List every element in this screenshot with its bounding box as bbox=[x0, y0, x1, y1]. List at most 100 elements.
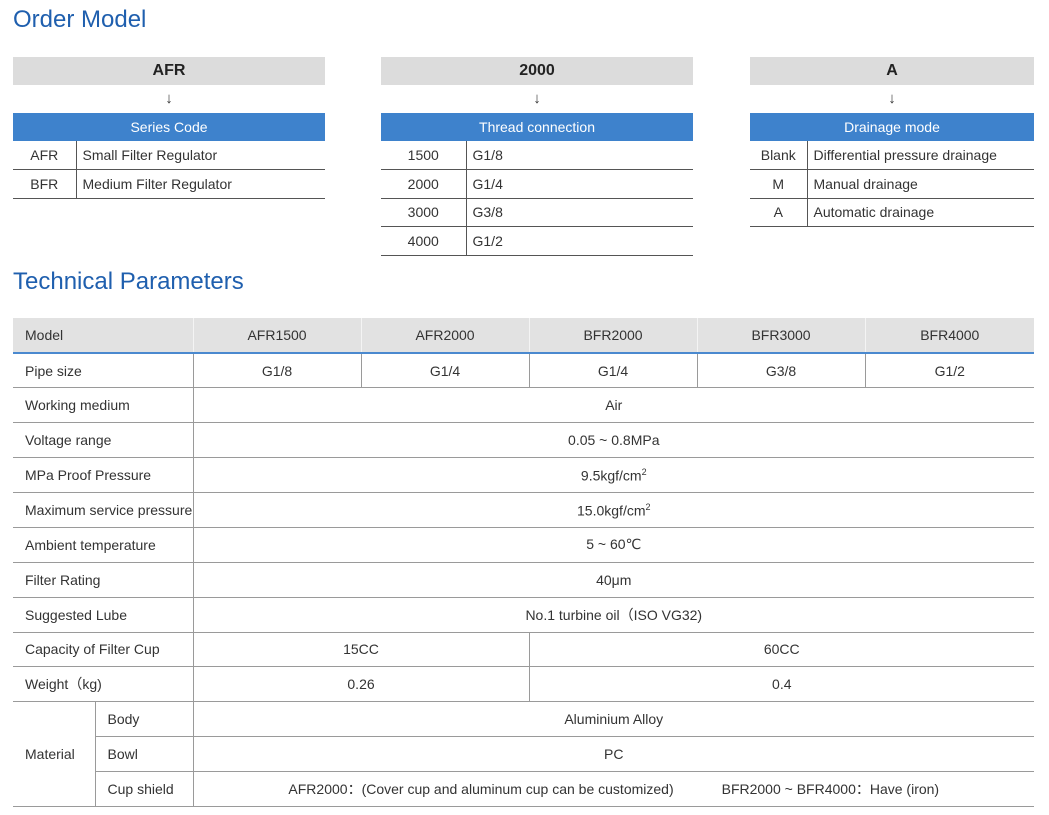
table-row: AFR Small Filter Regulator bbox=[13, 141, 325, 170]
option-code: M bbox=[750, 169, 808, 199]
drainage-mode-table: Blank Differential pressure drainage M M… bbox=[750, 141, 1034, 227]
option-code: 4000 bbox=[381, 226, 467, 256]
cup-shield-afr: AFR2000：(Cover cup and aluminum cup can … bbox=[288, 781, 674, 798]
thread-connection-block: 2000 ↓ Thread connection 1500 G1/8 2000 … bbox=[381, 57, 693, 256]
option-description: Medium Filter Regulator bbox=[76, 169, 325, 199]
row-label: Body bbox=[95, 701, 194, 738]
table-row: Blank Differential pressure drainage bbox=[750, 141, 1034, 170]
model-column-header: BFR3000 bbox=[697, 318, 866, 354]
table-row: Voltage range 0.05 ~ 0.8MPa bbox=[13, 422, 1035, 459]
row-label: Maximum service pressure bbox=[13, 492, 194, 528]
model-column-header: BFR4000 bbox=[865, 318, 1035, 354]
table-row: Working medium Air bbox=[13, 387, 1035, 424]
pipe-size-value: G1/4 bbox=[361, 352, 530, 389]
model-column-header: AFR1500 bbox=[193, 318, 362, 354]
technical-parameters-table: Model AFR1500 AFR2000 BFR2000 BFR3000 BF… bbox=[13, 318, 1035, 807]
table-row: 1500 G1/8 bbox=[381, 141, 693, 170]
pipe-size-value: G1/2 bbox=[865, 352, 1035, 389]
drainage-code-value: A bbox=[750, 57, 1034, 85]
table-row: Suggested Lube No.1 turbine oil（ISO VG32… bbox=[13, 597, 1035, 633]
table-row: Capacity of Filter Cup 15CC 60CC bbox=[13, 632, 1035, 668]
table-row: MPa Proof Pressure 9.5kgf/cm2 bbox=[13, 457, 1035, 493]
down-arrow-icon: ↓ bbox=[165, 90, 173, 107]
thread-connection-table: 1500 G1/8 2000 G1/4 3000 G3/8 4000 G1/2 bbox=[381, 141, 693, 256]
material-label: Material bbox=[13, 701, 96, 807]
max-service-value: 15.0kgf/cm bbox=[577, 502, 646, 519]
row-label: Voltage range bbox=[13, 422, 194, 459]
pipe-size-value: G3/8 bbox=[697, 352, 866, 389]
option-description: G3/8 bbox=[466, 198, 693, 227]
row-label: Suggested Lube bbox=[13, 597, 194, 633]
row-label: Bowl bbox=[95, 736, 194, 773]
series-code-value: AFR bbox=[13, 57, 325, 85]
voltage-range-value: 0.05 ~ 0.8MPa bbox=[193, 422, 1035, 459]
option-code: 2000 bbox=[381, 169, 467, 199]
series-code-table: AFR Small Filter Regulator BFR Medium Fi… bbox=[13, 141, 325, 199]
technical-parameters-title: Technical Parameters bbox=[13, 268, 244, 295]
table-row: Bowl PC bbox=[13, 736, 1035, 773]
row-label: Weight（kg) bbox=[13, 666, 194, 703]
thread-code-value: 2000 bbox=[381, 57, 693, 85]
filter-rating-value: 40μm bbox=[193, 562, 1035, 598]
row-label: MPa Proof Pressure bbox=[13, 457, 194, 493]
bowl-material-value: PC bbox=[193, 736, 1035, 773]
down-arrow-icon: ↓ bbox=[888, 90, 896, 107]
series-code-heading: Series Code bbox=[13, 113, 325, 141]
table-row: Filter Rating 40μm bbox=[13, 562, 1035, 598]
option-code: A bbox=[750, 198, 808, 227]
row-label: Ambient temperature bbox=[13, 527, 194, 563]
model-column-header: AFR2000 bbox=[361, 318, 530, 354]
down-arrow-icon: ↓ bbox=[533, 90, 541, 107]
thread-connection-heading: Thread connection bbox=[381, 113, 693, 141]
option-description: Differential pressure drainage bbox=[807, 141, 1034, 170]
weight-bfr-value: 0.4 bbox=[529, 666, 1035, 703]
table-row: 2000 G1/4 bbox=[381, 169, 693, 199]
model-header: Model bbox=[13, 318, 194, 354]
proof-pressure-value: 9.5kgf/cm bbox=[580, 467, 642, 484]
table-row: Maximum service pressure 15.0kgf/cm2 bbox=[13, 492, 1035, 528]
cup-shield-cell: AFR2000：(Cover cup and aluminum cup can … bbox=[193, 771, 1035, 807]
table-row: M Manual drainage bbox=[750, 169, 1034, 199]
option-description: Manual drainage bbox=[807, 169, 1034, 199]
superscript: 2 bbox=[645, 501, 651, 512]
table-row: Ambient temperature 5 ~ 60℃ bbox=[13, 527, 1035, 563]
row-label: Capacity of Filter Cup bbox=[13, 632, 194, 668]
model-column-header: BFR2000 bbox=[529, 318, 698, 354]
row-label: Working medium bbox=[13, 387, 194, 424]
body-material-value: Aluminium Alloy bbox=[193, 701, 1035, 738]
order-model-title: Order Model bbox=[13, 6, 147, 33]
drainage-mode-heading: Drainage mode bbox=[750, 113, 1034, 141]
row-label: Pipe size bbox=[13, 352, 194, 389]
row-label: Cup shield bbox=[95, 771, 194, 807]
table-header-row: Model AFR1500 AFR2000 BFR2000 BFR3000 BF… bbox=[13, 318, 1035, 354]
ambient-temperature-value: 5 ~ 60℃ bbox=[193, 527, 1035, 563]
table-row: Weight（kg) 0.26 0.4 bbox=[13, 666, 1035, 703]
weight-afr-value: 0.26 bbox=[193, 666, 530, 703]
pipe-size-value: G1/8 bbox=[193, 352, 362, 389]
table-row: A Automatic drainage bbox=[750, 198, 1034, 227]
capacity-bfr-value: 60CC bbox=[529, 632, 1035, 668]
option-description: Small Filter Regulator bbox=[76, 141, 325, 170]
cup-shield-bfr: BFR2000 ~ BFR4000：Have (iron) bbox=[721, 781, 940, 798]
option-description: G1/8 bbox=[466, 141, 693, 170]
drainage-mode-block: A ↓ Drainage mode Blank Differential pre… bbox=[750, 57, 1034, 227]
series-code-block: AFR ↓ Series Code AFR Small Filter Regul… bbox=[13, 57, 325, 199]
option-description: Automatic drainage bbox=[807, 198, 1034, 227]
table-row: 3000 G3/8 bbox=[381, 198, 693, 227]
option-code: 1500 bbox=[381, 141, 467, 170]
max-service-cell: 15.0kgf/cm2 bbox=[193, 492, 1035, 528]
table-row: Cup shield AFR2000：(Cover cup and alumin… bbox=[13, 771, 1035, 807]
option-description: G1/4 bbox=[466, 169, 693, 199]
option-code: BFR bbox=[13, 169, 77, 199]
working-medium-value: Air bbox=[193, 387, 1035, 424]
superscript: 2 bbox=[641, 466, 647, 477]
table-row: 4000 G1/2 bbox=[381, 226, 693, 256]
table-row: BFR Medium Filter Regulator bbox=[13, 169, 325, 199]
option-code: AFR bbox=[13, 141, 77, 170]
capacity-afr-value: 15CC bbox=[193, 632, 530, 668]
option-code: 3000 bbox=[381, 198, 467, 227]
proof-pressure-cell: 9.5kgf/cm2 bbox=[193, 457, 1035, 493]
suggested-lube-value: No.1 turbine oil（ISO VG32) bbox=[193, 597, 1035, 633]
option-description: G1/2 bbox=[466, 226, 693, 256]
pipe-size-value: G1/4 bbox=[529, 352, 698, 389]
